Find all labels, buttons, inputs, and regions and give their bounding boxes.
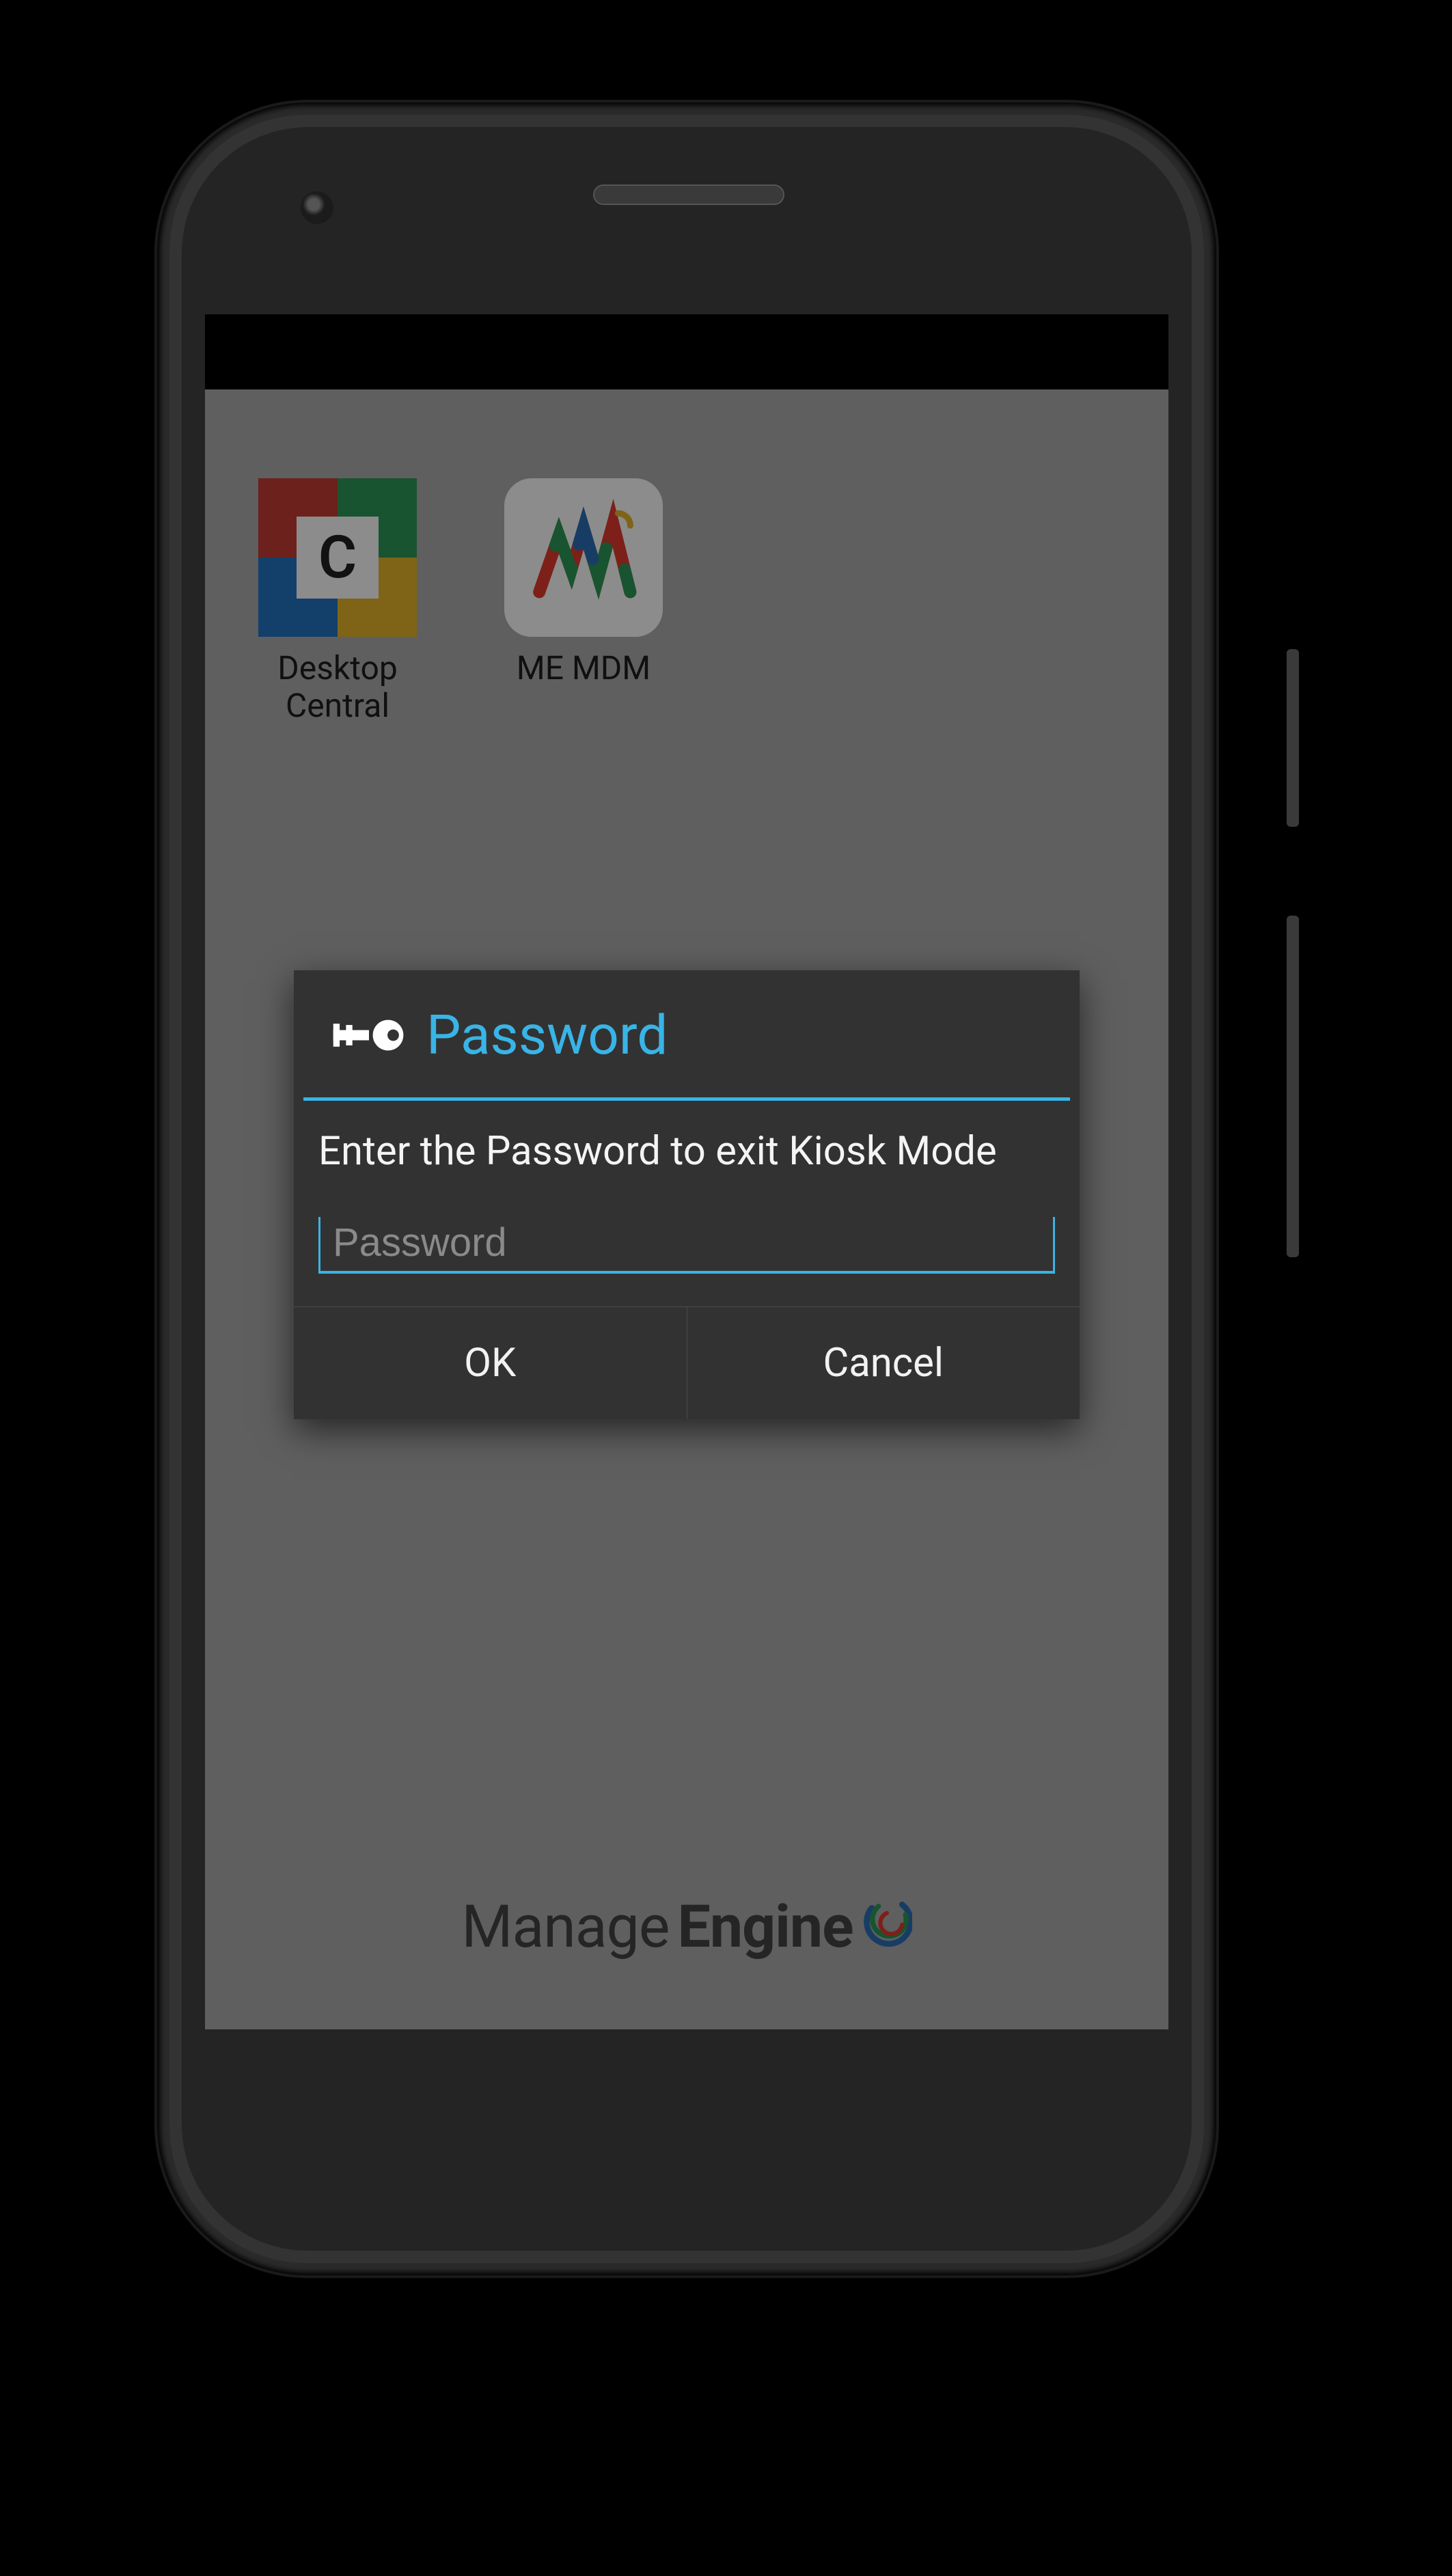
volume-rocker-physical <box>1287 916 1299 1257</box>
earpiece-speaker <box>593 184 784 205</box>
cancel-button[interactable]: Cancel <box>687 1307 1080 1419</box>
dialog-actions: OK Cancel <box>294 1306 1080 1419</box>
kiosk-home-screen: C Desktop Central ME MDM Manage <box>205 389 1168 2029</box>
app-grid: C Desktop Central ME MDM <box>205 389 1168 724</box>
manageengine-logo: ManageEngine <box>461 1892 912 1961</box>
ok-button[interactable]: OK <box>294 1307 687 1419</box>
app-desktop-central[interactable]: C Desktop Central <box>235 478 440 724</box>
device-screen: C Desktop Central ME MDM Manage <box>205 314 1168 2029</box>
app-label: Desktop Central <box>235 649 440 724</box>
me-mdm-icon <box>504 478 663 637</box>
power-button-physical <box>1287 649 1299 827</box>
app-me-mdm[interactable]: ME MDM <box>481 478 686 724</box>
desktop-central-icon: C <box>258 478 417 637</box>
key-icon <box>331 1016 407 1054</box>
dialog-message: Enter the Password to exit Kiosk Mode <box>318 1128 1055 1175</box>
password-input[interactable] <box>318 1217 1055 1274</box>
password-dialog: Password Enter the Password to exit Kios… <box>294 970 1080 1419</box>
status-bar <box>205 314 1168 389</box>
brand-word-manage: Manage <box>461 1892 669 1961</box>
brand-swirl-icon <box>862 1896 912 1947</box>
brand-word-engine: Engine <box>677 1892 853 1961</box>
dialog-title: Password <box>426 1003 668 1067</box>
front-camera <box>301 191 333 224</box>
app-label: ME MDM <box>517 649 650 687</box>
